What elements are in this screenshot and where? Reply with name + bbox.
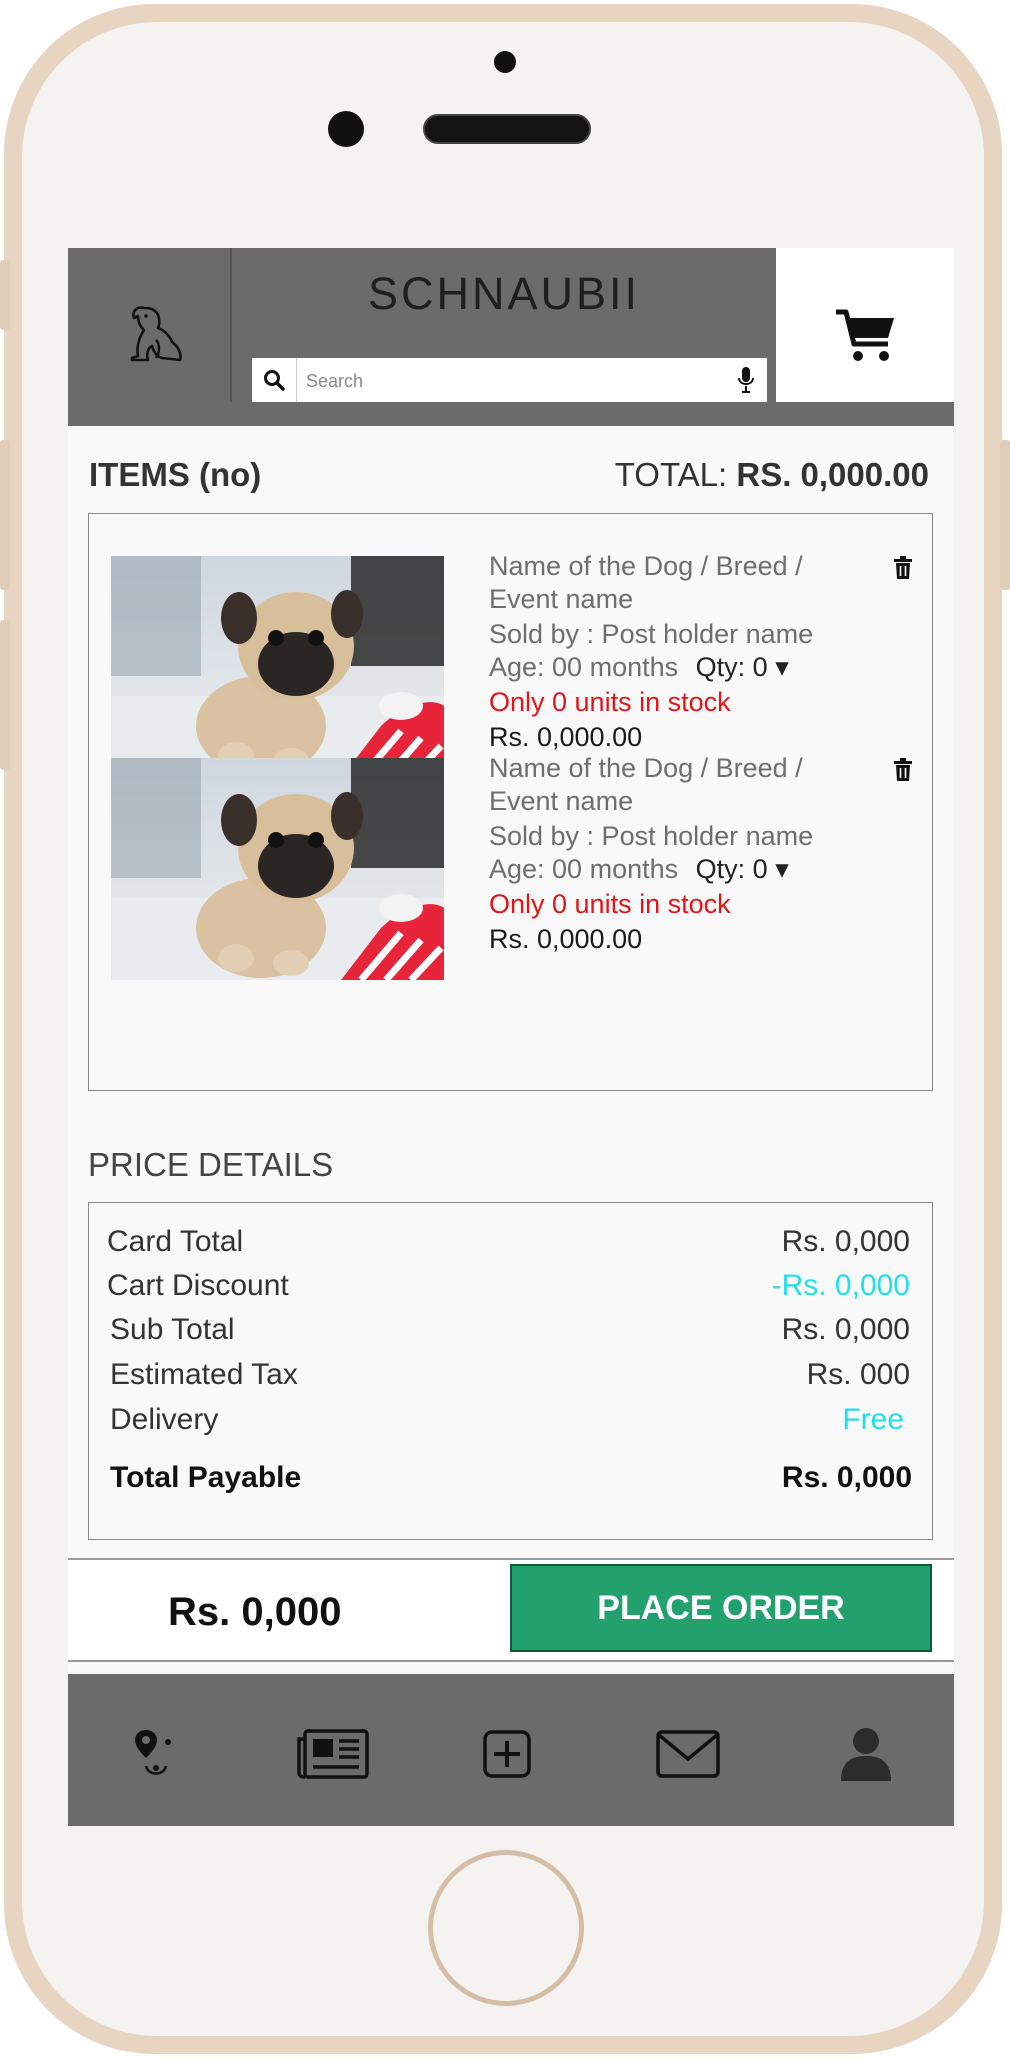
power-button bbox=[1000, 440, 1010, 590]
chevron-down-icon: ▾ bbox=[775, 652, 789, 682]
price-row-card-total: Card Total Rs. 0,000 bbox=[107, 1225, 910, 1265]
item-age: Age: 00 months bbox=[489, 652, 679, 682]
price-row-estimated-tax: Estimated Tax Rs. 000 bbox=[110, 1358, 910, 1398]
volume-up-button bbox=[0, 440, 10, 590]
total-prefix: TOTAL: bbox=[614, 456, 737, 493]
price-value: Rs. 0,000 bbox=[781, 1225, 910, 1258]
item-seller: Sold by : Post holder name bbox=[489, 821, 814, 851]
item-name[interactable]: Name of the Dog / Breed / bbox=[489, 550, 869, 583]
qty-label: Qty: 0 bbox=[695, 854, 768, 884]
price-row-sub-total: Sub Total Rs. 0,000 bbox=[110, 1313, 910, 1353]
stock-warning: Only 0 units in stock bbox=[489, 889, 731, 919]
microphone-icon[interactable] bbox=[737, 366, 755, 394]
price-label: Card Total bbox=[107, 1225, 244, 1258]
item-age-qty: Age: 00 months Qty: 0 ▾ bbox=[489, 853, 869, 886]
earpiece-speaker bbox=[423, 114, 591, 144]
price-value: Rs. 000 bbox=[806, 1358, 910, 1391]
qty-dropdown[interactable]: Qty: 0 ▾ bbox=[696, 854, 789, 884]
cart-area[interactable] bbox=[776, 248, 954, 402]
item-age-qty: Age: 00 months Qty: 0 ▾ bbox=[489, 651, 869, 684]
price-row-total-payable: Total Payable Rs. 0,000 bbox=[110, 1461, 912, 1501]
price-value: Free bbox=[842, 1403, 904, 1436]
profile-icon[interactable] bbox=[826, 1724, 906, 1784]
place-order-button[interactable]: PLACE ORDER bbox=[510, 1564, 932, 1652]
app-screen: SCHNAUBII ITEMS (no) TOTAL: RS. 0,000.00 bbox=[68, 248, 954, 1826]
cart-icon bbox=[836, 309, 894, 361]
news-icon[interactable] bbox=[293, 1724, 373, 1784]
price-row-delivery: Delivery Free bbox=[110, 1403, 904, 1443]
price-label: Delivery bbox=[110, 1403, 219, 1436]
header-center: SCHNAUBII bbox=[232, 248, 776, 426]
item-seller: Sold by : Post holder name bbox=[489, 619, 814, 649]
order-total: Rs. 0,000 bbox=[168, 1590, 342, 1634]
search-input[interactable] bbox=[304, 358, 708, 404]
cart-item: Name of the Dog / Breed / Event name Sol… bbox=[89, 514, 932, 778]
price-label: Estimated Tax bbox=[110, 1358, 298, 1391]
chevron-down-icon: ▾ bbox=[775, 854, 789, 884]
search-bar[interactable] bbox=[252, 358, 767, 404]
header-bottom-bar bbox=[68, 402, 954, 426]
silent-switch bbox=[0, 260, 10, 330]
add-icon[interactable] bbox=[467, 1724, 547, 1784]
stock-warning: Only 0 units in stock bbox=[489, 687, 731, 717]
price-label: Total Payable bbox=[110, 1461, 302, 1494]
price-value: -Rs. 0,000 bbox=[771, 1269, 910, 1302]
home-button[interactable] bbox=[428, 1850, 584, 2006]
dog-location-icon[interactable] bbox=[116, 1724, 196, 1784]
logo-area[interactable] bbox=[68, 248, 232, 426]
dog-photo[interactable] bbox=[111, 758, 444, 980]
item-name-line2: Event name bbox=[489, 584, 634, 614]
total-value: RS. 0,000.00 bbox=[736, 456, 929, 493]
cart-item: Name of the Dog / Breed / Event name Sol… bbox=[89, 716, 932, 980]
price-value: Rs. 0,000 bbox=[781, 1461, 912, 1494]
qty-dropdown[interactable]: Qty: 0 ▾ bbox=[696, 652, 789, 682]
checkout-bar: Rs. 0,000 PLACE ORDER bbox=[68, 1558, 954, 1662]
item-name-line2: Event name bbox=[489, 786, 634, 816]
mail-icon[interactable] bbox=[648, 1724, 728, 1784]
price-value: Rs. 0,000 bbox=[781, 1313, 910, 1346]
bottom-navigation bbox=[68, 1674, 954, 1826]
price-row-cart-discount: Cart Discount -Rs. 0,000 bbox=[107, 1269, 910, 1309]
front-camera bbox=[328, 111, 364, 147]
price-label: Cart Discount bbox=[107, 1269, 289, 1302]
qty-label: Qty: 0 bbox=[695, 652, 768, 682]
price-details-title: PRICE DETAILS bbox=[88, 1146, 334, 1183]
brand-title: SCHNAUBII bbox=[367, 268, 641, 319]
item-price: Rs. 0,000.00 bbox=[489, 924, 643, 954]
dog-icon bbox=[130, 306, 182, 362]
trash-icon[interactable] bbox=[893, 758, 913, 782]
cart-total: TOTAL: RS. 0,000.00 bbox=[615, 456, 929, 494]
volume-down-button bbox=[0, 620, 10, 770]
item-details: Name of the Dog / Breed / Event name Sol… bbox=[489, 752, 869, 956]
item-age: Age: 00 months bbox=[489, 854, 679, 884]
cart-items-list: Name of the Dog / Breed / Event name Sol… bbox=[88, 513, 933, 1091]
price-label: Sub Total bbox=[110, 1313, 235, 1346]
proximity-sensor bbox=[494, 51, 516, 73]
price-details-box: Card Total Rs. 0,000 Cart Discount -Rs. … bbox=[88, 1202, 933, 1540]
search-icon[interactable] bbox=[252, 358, 297, 402]
item-name[interactable]: Name of the Dog / Breed / bbox=[489, 752, 869, 785]
trash-icon[interactable] bbox=[893, 556, 913, 580]
items-count-label: ITEMS (no) bbox=[89, 456, 262, 493]
